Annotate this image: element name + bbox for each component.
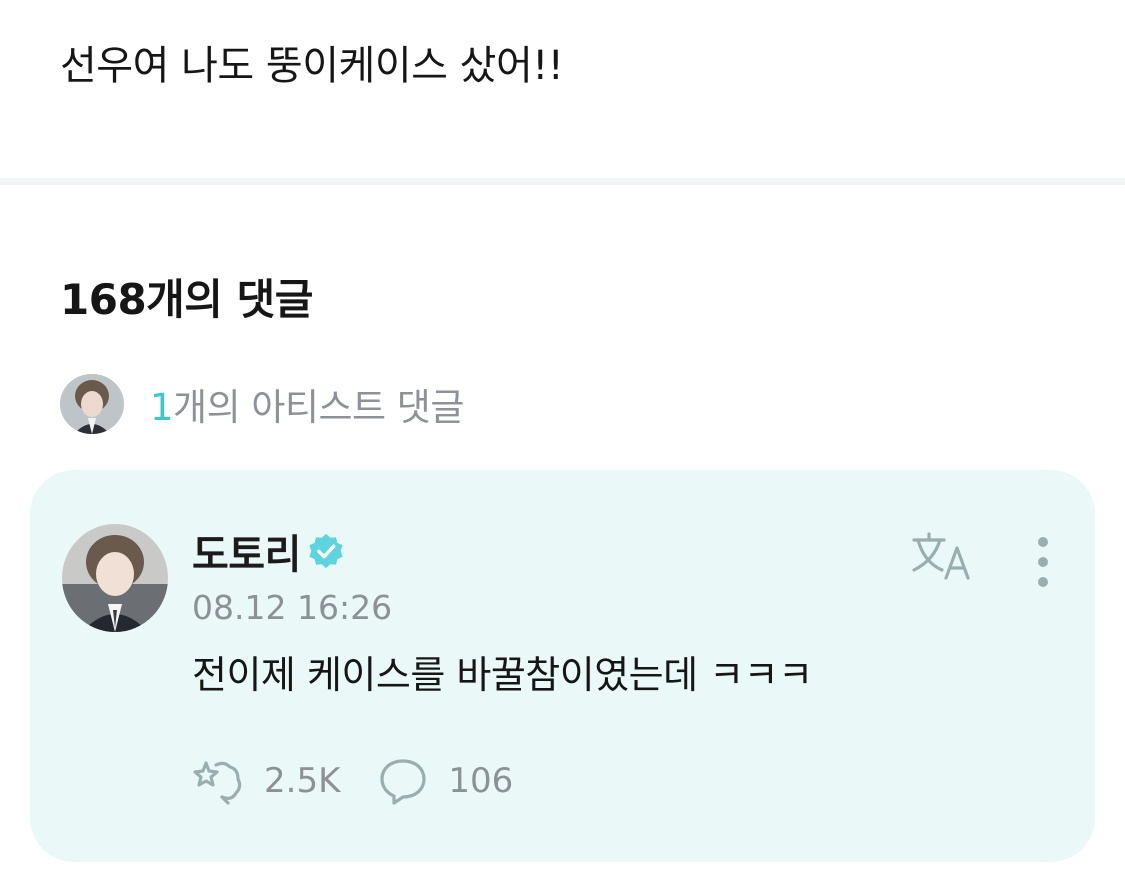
comment-author-row: 도토리 <box>192 526 345 578</box>
like-icon <box>193 761 242 805</box>
comment-text: 전이제 케이스를 바꿀참이였는데 ㅋㅋㅋ <box>192 653 813 697</box>
section-divider <box>0 178 1125 185</box>
comments-title: 168개의 댓글 <box>60 275 313 324</box>
comment-author-name[interactable]: 도토리 <box>192 522 301 580</box>
comment-author-avatar[interactable] <box>62 524 168 632</box>
artist-avatar <box>60 374 124 434</box>
artist-comments-filter[interactable]: 1개의 아티스트 댓글 <box>60 373 464 435</box>
verified-icon <box>309 533 343 569</box>
translate-icon[interactable] <box>910 530 974 582</box>
reply-count: 106 <box>448 761 514 801</box>
artist-comments-text: 개의 아티스트 댓글 <box>173 386 464 429</box>
artist-comments-count: 1 <box>150 386 174 429</box>
like-count: 2.5K <box>264 761 341 801</box>
more-icon[interactable] <box>1028 536 1058 588</box>
comment-actions: 2.5K 106 <box>192 756 513 806</box>
like-button[interactable]: 2.5K <box>192 757 340 805</box>
comment-date: 08.12 16:26 <box>192 588 393 627</box>
reply-icon <box>380 759 426 805</box>
post-text: 선우여 나도 뚱이케이스 샀어!! <box>60 43 564 89</box>
artist-comment-card: 도토리 08.12 16:26 전이제 케이스를 바꿀참이였는데 ㅋㅋㅋ 2.5… <box>30 470 1095 862</box>
reply-button[interactable]: 106 <box>376 757 513 805</box>
artist-comments-label: 1개의 아티스트 댓글 <box>150 377 464 431</box>
